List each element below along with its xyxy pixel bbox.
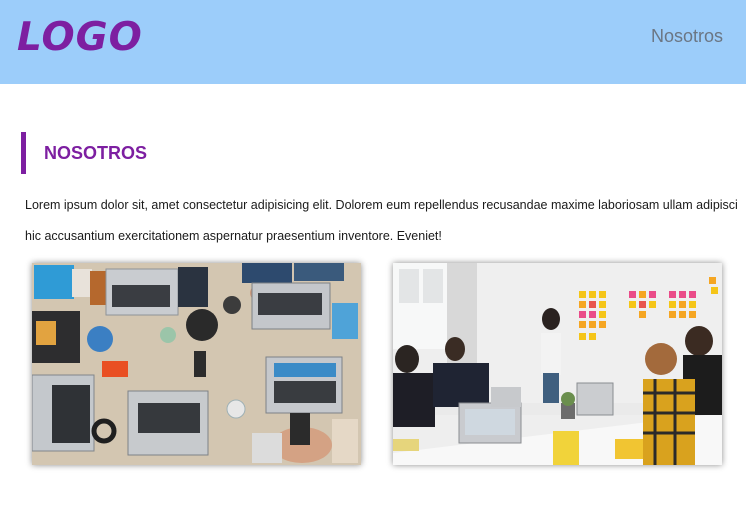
paragraph-line-1: Lorem ipsum dolor sit, amet consectetur … bbox=[25, 198, 738, 212]
logo[interactable]: LOGO bbox=[17, 14, 143, 62]
paragraph-line-2: hic accusantium exercitationem aspernatu… bbox=[25, 229, 442, 243]
nav-link-nosotros[interactable]: Nosotros bbox=[651, 25, 723, 47]
section-title: NOSOTROS bbox=[44, 143, 148, 163]
team-desk-photo bbox=[32, 263, 361, 465]
team-desk-photo-image bbox=[32, 263, 361, 465]
site-header: LOGO Nosotros bbox=[0, 0, 746, 84]
section-paragraph: Lorem ipsum dolor sit, amet consectetur … bbox=[25, 190, 746, 252]
section-title-accent: NOSOTROS bbox=[21, 132, 147, 174]
office-meeting-photo bbox=[393, 263, 722, 465]
office-meeting-photo-image bbox=[393, 263, 722, 465]
